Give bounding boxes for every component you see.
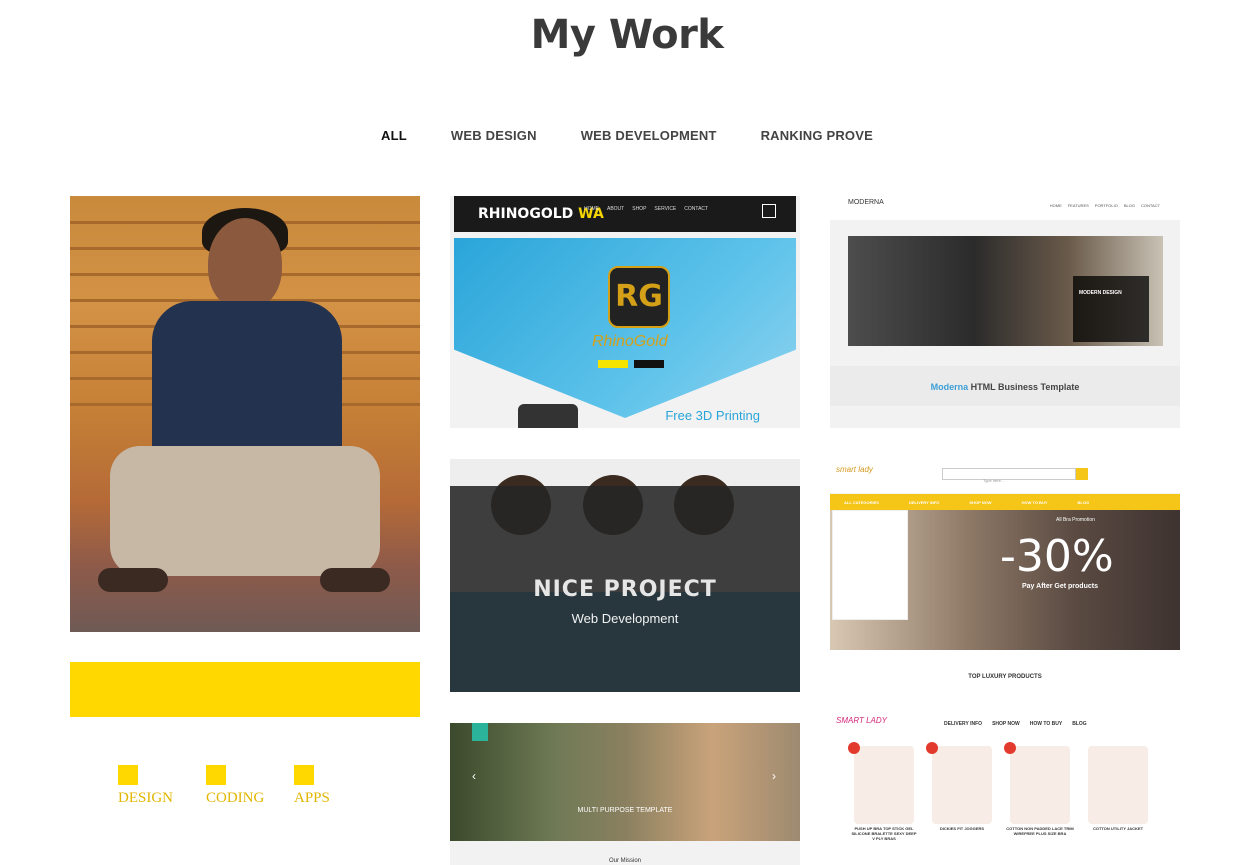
filter-all[interactable]: ALL (359, 128, 429, 143)
product-image (1010, 746, 1070, 824)
printer-image (518, 404, 578, 428)
moderna-navbar: MODERNA HOME FEATURES PORTFOLIO BLOG CON… (830, 196, 1180, 220)
rhinogold-hero (454, 238, 796, 418)
bookmark-icon (472, 723, 488, 741)
coding-label: CODING (206, 790, 265, 806)
rhinogold-brand: RhinoGold (592, 333, 668, 350)
filter-web-design[interactable]: WEB DESIGN (429, 128, 559, 143)
moderna-hero-panel: MODERN DESIGN (1073, 276, 1149, 342)
sale-badge (848, 742, 860, 754)
portfolio-filters: ALL WEB DESIGN WEB DEVELOPMENT RANKING P… (0, 128, 1254, 143)
sale-badge (1004, 742, 1016, 754)
design-label: DESIGN (118, 790, 173, 806)
search-icon (1076, 468, 1088, 480)
portfolio-item-portrait[interactable] (70, 196, 420, 632)
rhinogold-app-icon: RG (608, 266, 670, 328)
portfolio-item-nice-project[interactable]: NICE PROJECT Web Development (450, 459, 800, 692)
intro-banner (70, 662, 420, 717)
filter-web-development[interactable]: WEB DEVELOPMENT (559, 128, 739, 143)
moderna-caption: Moderna HTML Business Template (930, 382, 1080, 392)
sale-subtitle: Pay After Get products (1022, 583, 1098, 590)
portfolio-item-multipurpose[interactable]: ‹ › MULTI PURPOSE TEMPLATE Our Mission (450, 723, 800, 865)
monitor-icon (118, 765, 138, 785)
product-name: COTTON UTILITY JACKET (1092, 826, 1144, 831)
page-title: My Work (530, 12, 724, 58)
portfolio-item-smartlady-products[interactable]: SMART LADY DELIVERY INFO SHOP NOW HOW TO… (830, 710, 1180, 865)
sale-percentage: -30% (1000, 531, 1114, 582)
rhinogold-basic-button (598, 360, 628, 368)
smartlady-logo: SMART LADY (836, 716, 887, 725)
pencil-icon (206, 765, 226, 785)
product-image (1088, 746, 1148, 824)
smartlady-category-sidebar (832, 510, 908, 620)
smartlady-search: Type here... (942, 468, 1076, 483)
layers-icon (294, 765, 314, 785)
portfolio-item-smartlady-sale[interactable]: smart lady Type here... ALL CATEGORIES D… (830, 459, 1180, 681)
multipurpose-hero-text: MULTI PURPOSE TEMPLATE (577, 807, 673, 814)
moderna-logo: MODERNA (848, 199, 884, 206)
rhinogold-nav-links: HOME ABOUT SHOP SERVICE CONTACT (584, 206, 709, 212)
apps-label: APPS (294, 790, 330, 806)
chevron-right-icon: › (772, 769, 776, 783)
filter-ranking-prove[interactable]: RANKING PROVE (739, 128, 895, 143)
moderna-nav-links: HOME FEATURES PORTFOLIO BLOG CONTACT (1049, 203, 1160, 208)
smartlady-nav-links: DELIVERY INFO SHOP NOW HOW TO BUY BLOG (944, 721, 1087, 727)
smartlady-logo: smart lady (836, 465, 873, 474)
project-category: Web Development (571, 611, 679, 626)
chevron-left-icon: ‹ (472, 769, 476, 783)
product-name: COTTON NON PADDED LACE TRIM WIREFREE PLU… (1006, 826, 1074, 836)
multipurpose-hero-image (450, 723, 800, 841)
rhinogold-promo: Free 3D Printing (665, 408, 760, 423)
portfolio-item-design-coding-apps[interactable]: DESIGN CODING APPS (70, 662, 420, 865)
product-name: DICKIES FIT JOGGERS (939, 826, 985, 831)
mission-heading: Our Mission (608, 858, 641, 864)
rhinogold-pro-button (634, 360, 664, 368)
product-image (932, 746, 992, 824)
sale-badge (926, 742, 938, 754)
cart-icon (762, 204, 776, 218)
portrait-photo (70, 196, 420, 632)
project-title: NICE PROJECT (533, 577, 717, 602)
portfolio-item-moderna[interactable]: MODERNA HOME FEATURES PORTFOLIO BLOG CON… (830, 196, 1180, 428)
product-image (854, 746, 914, 824)
portfolio-item-rhinogold[interactable]: RHINOGOLD WA HOME ABOUT SHOP SERVICE CON… (450, 196, 800, 428)
rhinogold-navbar: RHINOGOLD WA HOME ABOUT SHOP SERVICE CON… (454, 196, 796, 232)
smartlady-menu: ALL CATEGORIES DELIVERY INFO SHOP NOW HO… (830, 494, 1180, 510)
product-name: PUSH UP BRA TOP STICK GEL SILICONE BRALE… (851, 826, 917, 841)
